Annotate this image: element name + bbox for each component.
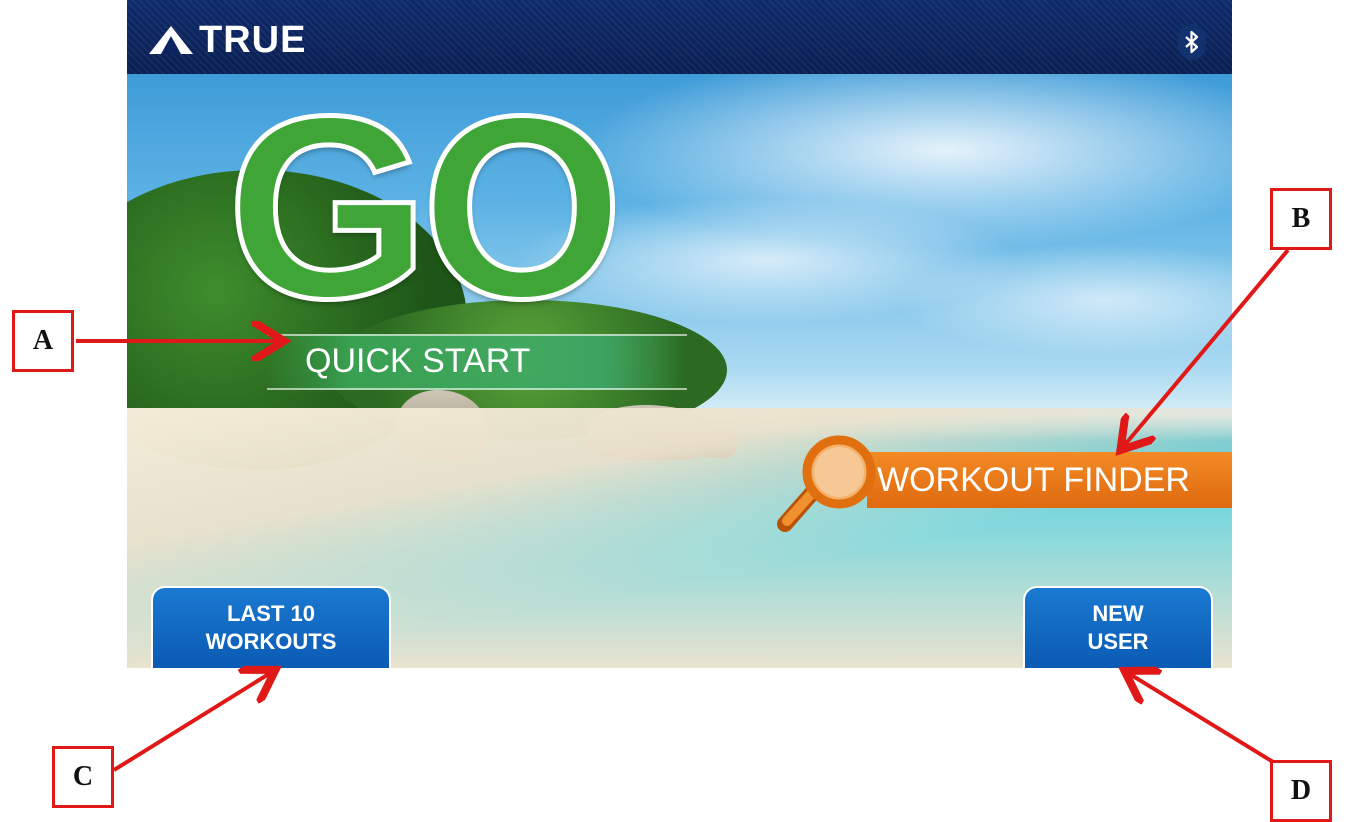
new-user-button[interactable]: NEW USER: [1023, 586, 1213, 668]
bluetooth-icon[interactable]: [1178, 24, 1206, 60]
workout-finder-button[interactable]: WORKOUT FINDER: [777, 432, 1232, 540]
quick-start-label: QUICK START: [305, 342, 531, 380]
callout-a: A: [12, 310, 74, 372]
last-10-line1: LAST 10: [226, 601, 316, 626]
callout-d: D: [1270, 760, 1332, 822]
new-user-line1: NEW: [1092, 601, 1144, 626]
workout-finder-bar: WORKOUT FINDER: [867, 452, 1232, 508]
new-user-line2: USER: [1087, 629, 1149, 654]
last-10-workouts-button[interactable]: LAST 10 WORKOUTS: [151, 586, 391, 668]
quick-start-button[interactable]: QUICK START: [267, 334, 687, 390]
brand-name: TRUE: [199, 19, 307, 61]
brand-logo: TRUE: [149, 19, 307, 61]
callout-b: B: [1270, 188, 1332, 250]
true-logo-icon: [149, 26, 193, 54]
callout-c: C: [52, 746, 114, 808]
magnifier-icon: [777, 435, 876, 532]
console-screen: TRUE GO QUICK START WORKOUT FINDER LAST …: [127, 0, 1232, 668]
arrow-c: [112, 672, 272, 772]
arrow-d: [1128, 673, 1280, 767]
go-button[interactable]: GO: [224, 76, 626, 341]
workout-finder-label: WORKOUT FINDER: [877, 461, 1190, 499]
last-10-line2: WORKOUTS: [205, 629, 337, 654]
bluetooth-glyph-icon: [1185, 30, 1199, 54]
